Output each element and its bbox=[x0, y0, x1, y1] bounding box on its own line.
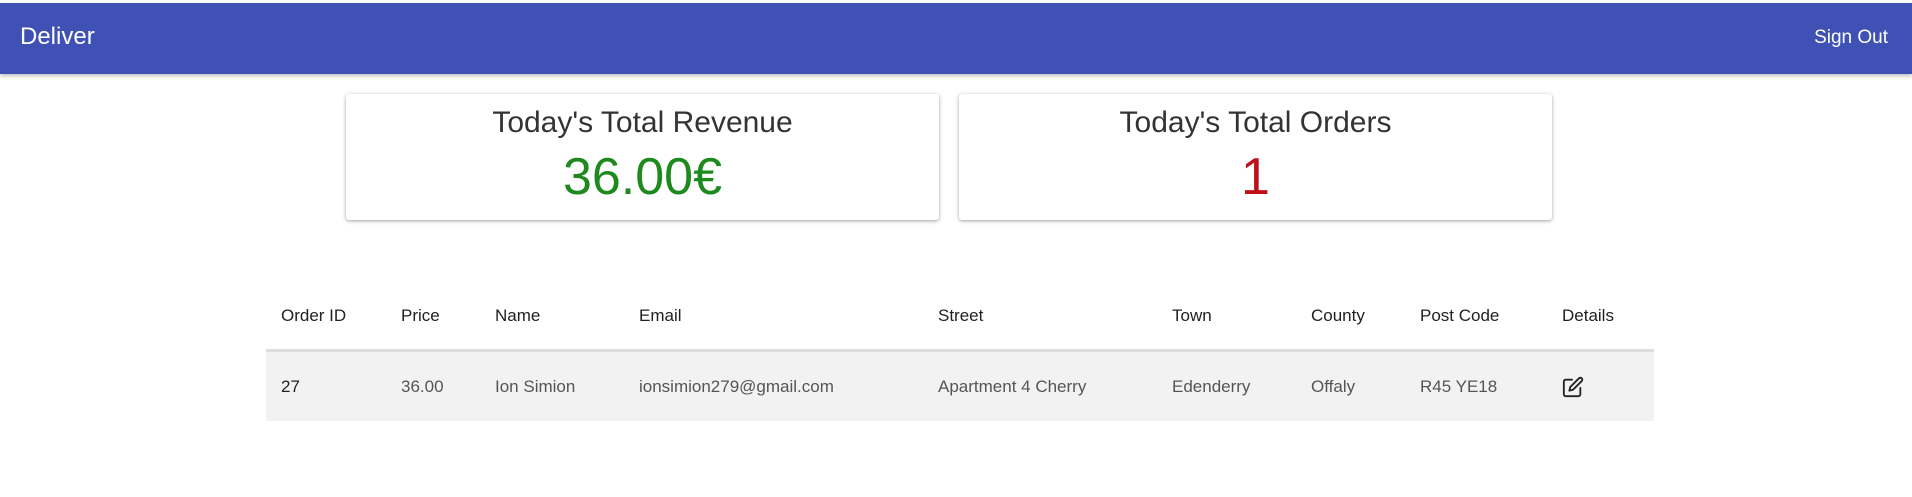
orders-count-value: 1 bbox=[1241, 148, 1270, 206]
column-header-price: Price bbox=[386, 283, 480, 352]
sign-out-button[interactable]: Sign Out bbox=[1810, 21, 1892, 57]
column-header-street: Street bbox=[923, 283, 1157, 352]
cell-price: 36.00 bbox=[386, 350, 480, 421]
table-row: 27 36.00 Ion Simion ionsimion279@gmail.c… bbox=[266, 350, 1654, 421]
app-header: Deliver Sign Out bbox=[0, 3, 1912, 74]
cell-post-code: R45 YE18 bbox=[1405, 350, 1547, 421]
column-header-name: Name bbox=[480, 283, 624, 352]
revenue-value: 36.00€ bbox=[562, 148, 723, 206]
column-header-post-code: Post Code bbox=[1405, 283, 1547, 352]
edit-icon[interactable] bbox=[1562, 376, 1584, 398]
cell-details bbox=[1547, 350, 1654, 421]
revenue-card-title: Today's Total Revenue bbox=[492, 106, 793, 139]
stats-cards: Today's Total Revenue 36.00€ Today's Tot… bbox=[346, 94, 1552, 220]
column-header-order-id: Order ID bbox=[266, 283, 386, 352]
orders-card: Today's Total Orders 1 bbox=[959, 94, 1552, 220]
table-header-row: Order ID Price Name Email Street Town Co… bbox=[266, 283, 1654, 352]
orders-table: Order ID Price Name Email Street Town Co… bbox=[266, 283, 1654, 421]
column-header-county: County bbox=[1296, 283, 1405, 352]
cell-town: Edenderry bbox=[1157, 350, 1296, 421]
app-brand[interactable]: Deliver bbox=[20, 23, 95, 55]
cell-county: Offaly bbox=[1296, 350, 1405, 421]
cell-street: Apartment 4 Cherry bbox=[923, 350, 1157, 421]
cell-email: ionsimion279@gmail.com bbox=[624, 350, 923, 421]
column-header-town: Town bbox=[1157, 283, 1296, 352]
column-header-details: Details bbox=[1547, 283, 1654, 352]
orders-card-title: Today's Total Orders bbox=[1119, 106, 1392, 139]
column-header-email: Email bbox=[624, 283, 923, 352]
cell-order-id: 27 bbox=[266, 350, 386, 421]
cell-name: Ion Simion bbox=[480, 350, 624, 421]
revenue-card: Today's Total Revenue 36.00€ bbox=[346, 94, 939, 220]
orders-table-container: Order ID Price Name Email Street Town Co… bbox=[266, 283, 1654, 421]
